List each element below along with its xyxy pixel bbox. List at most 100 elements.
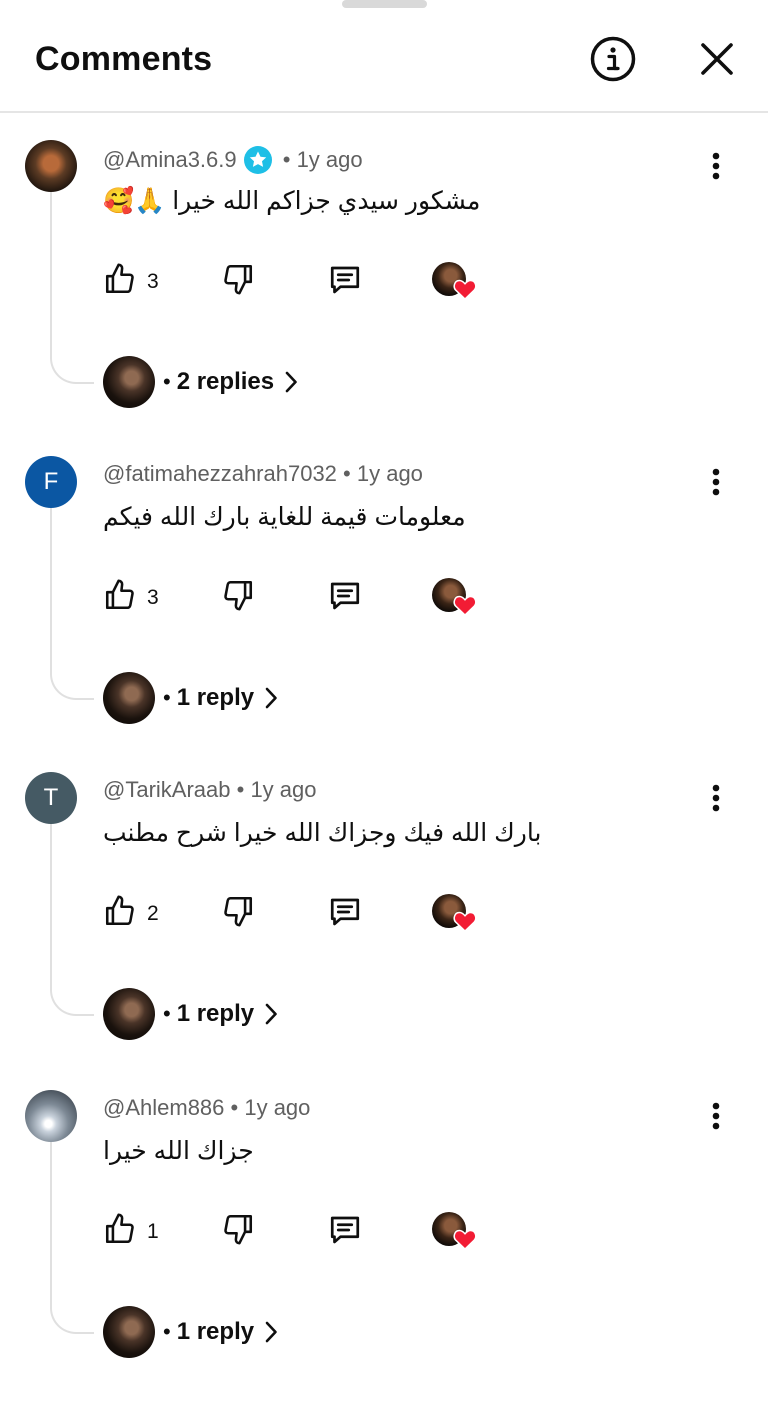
comment-item: T @TarikAraab • 1y ago بارك الله فيك وجز… [0, 772, 768, 1072]
comment-text: بارك الله فيك وجزاك الله خيرا شرح مطنب [103, 818, 541, 848]
info-icon [590, 36, 636, 87]
avatar-letter: T [43, 784, 59, 811]
reply-avatar [103, 356, 155, 408]
vertical-dots-icon [712, 784, 720, 817]
comment-text-arabic: معلومات قيمة للغاية بارك الله فيكم [103, 503, 466, 531]
dislike-button[interactable] [221, 1212, 255, 1251]
creator-heart [432, 894, 478, 934]
comment-bubble-icon [327, 582, 363, 618]
comment-text: جزاك الله خيرا [103, 1136, 254, 1166]
comment-time[interactable]: 1y ago [244, 1095, 310, 1121]
avatar[interactable] [25, 140, 77, 192]
view-replies-button[interactable]: • 1 reply [103, 988, 278, 1040]
vertical-dots-icon [712, 1102, 720, 1135]
replies-count: 1 reply [176, 684, 255, 711]
reply-button[interactable] [327, 578, 363, 619]
comment-text-arabic: جزاك الله خيرا [103, 1137, 254, 1165]
avatar[interactable] [25, 1090, 77, 1142]
comment-meta: @Ahlem886 • 1y ago [103, 1095, 311, 1121]
like-button[interactable]: 2 [103, 894, 159, 933]
view-replies-button[interactable]: • 2 replies [103, 356, 298, 408]
more-options-button[interactable] [700, 464, 732, 504]
heart-icon [453, 278, 477, 305]
avatar[interactable]: F [25, 456, 77, 508]
comments-header: Comments [0, 0, 768, 113]
info-button[interactable] [588, 36, 638, 86]
more-options-button[interactable] [700, 780, 732, 820]
heart-icon [453, 1228, 477, 1255]
comment-bubble-icon [327, 1216, 363, 1252]
like-count: 3 [147, 585, 159, 609]
thumbs-up-icon [103, 1212, 137, 1251]
like-button[interactable]: 3 [103, 262, 159, 301]
heart-icon [453, 594, 477, 621]
more-options-button[interactable] [700, 148, 732, 188]
like-count: 2 [147, 901, 159, 925]
replies-count: 2 replies [176, 368, 275, 395]
comment-text: 🥰🙏 مشكور سيدي جزاكم الله خيرا [103, 186, 480, 216]
thread-line [50, 508, 94, 700]
reply-button[interactable] [327, 1212, 363, 1253]
close-icon [700, 42, 734, 81]
thumbs-up-icon [103, 578, 137, 617]
dislike-button[interactable] [221, 578, 255, 617]
replies-count: 1 reply [176, 1318, 255, 1345]
vertical-dots-icon [712, 152, 720, 185]
comment-time[interactable]: 1y ago [297, 147, 363, 173]
comment-time[interactable]: 1y ago [357, 461, 423, 487]
like-button[interactable]: 3 [103, 578, 159, 617]
like-count: 3 [147, 269, 159, 293]
avatar-letter: F [43, 468, 59, 495]
reply-avatar [103, 988, 155, 1040]
comment-bubble-icon [327, 898, 363, 934]
thumbs-down-icon [221, 580, 255, 616]
author-handle[interactable]: @Amina3.6.9 [103, 147, 237, 173]
thumbs-down-icon [221, 1214, 255, 1250]
comment-time[interactable]: 1y ago [250, 777, 316, 803]
reply-button[interactable] [327, 262, 363, 303]
reply-button[interactable] [327, 894, 363, 935]
chevron-right-icon [264, 687, 278, 709]
creator-heart [432, 1212, 478, 1252]
thumbs-up-icon [103, 894, 137, 933]
more-options-button[interactable] [700, 1098, 732, 1138]
comment-item: @Amina3.6.9 • 1y ago 🥰🙏 مشكور سيدي جزاكم… [0, 140, 768, 440]
thread-line [50, 1142, 94, 1334]
dislike-button[interactable] [221, 262, 255, 301]
dislike-button[interactable] [221, 894, 255, 933]
chevron-right-icon [264, 1321, 278, 1343]
thread-line [50, 192, 94, 384]
author-handle[interactable]: @fatimahezzahrah7032 [103, 461, 337, 487]
reply-avatar [103, 1306, 155, 1358]
comment-actions: 3 [103, 578, 503, 618]
chevron-right-icon [264, 1003, 278, 1025]
comment-actions: 1 [103, 1212, 503, 1252]
comment-emoji: 🥰🙏 [103, 187, 166, 215]
comment-actions: 3 [103, 262, 503, 302]
thumbs-down-icon [221, 264, 255, 300]
creator-heart [432, 262, 478, 302]
comment-meta: @TarikAraab • 1y ago [103, 777, 317, 803]
comment-text: معلومات قيمة للغاية بارك الله فيكم [103, 502, 466, 532]
like-count: 1 [147, 1219, 159, 1243]
chevron-right-icon [284, 371, 298, 393]
thumbs-down-icon [221, 896, 255, 932]
author-handle[interactable]: @Ahlem886 [103, 1095, 224, 1121]
reply-avatar [103, 672, 155, 724]
comment-bubble-icon [327, 266, 363, 302]
comment-meta: @Amina3.6.9 • 1y ago [103, 145, 363, 175]
avatar[interactable]: T [25, 772, 77, 824]
verified-star-icon [243, 145, 273, 175]
page-title: Comments [35, 40, 213, 78]
comment-item: F @fatimahezzahrah7032 • 1y ago معلومات … [0, 456, 768, 756]
like-button[interactable]: 1 [103, 1212, 159, 1251]
comment-text-arabic: بارك الله فيك وجزاك الله خيرا شرح مطنب [103, 819, 542, 847]
comment-actions: 2 [103, 894, 503, 934]
view-replies-button[interactable]: • 1 reply [103, 1306, 278, 1358]
heart-icon [453, 910, 477, 937]
comment-text-arabic: مشكور سيدي جزاكم الله خيرا [172, 187, 481, 215]
author-handle[interactable]: @TarikAraab [103, 777, 231, 803]
view-replies-button[interactable]: • 1 reply [103, 672, 278, 724]
creator-heart [432, 578, 478, 618]
close-button[interactable] [692, 36, 742, 86]
